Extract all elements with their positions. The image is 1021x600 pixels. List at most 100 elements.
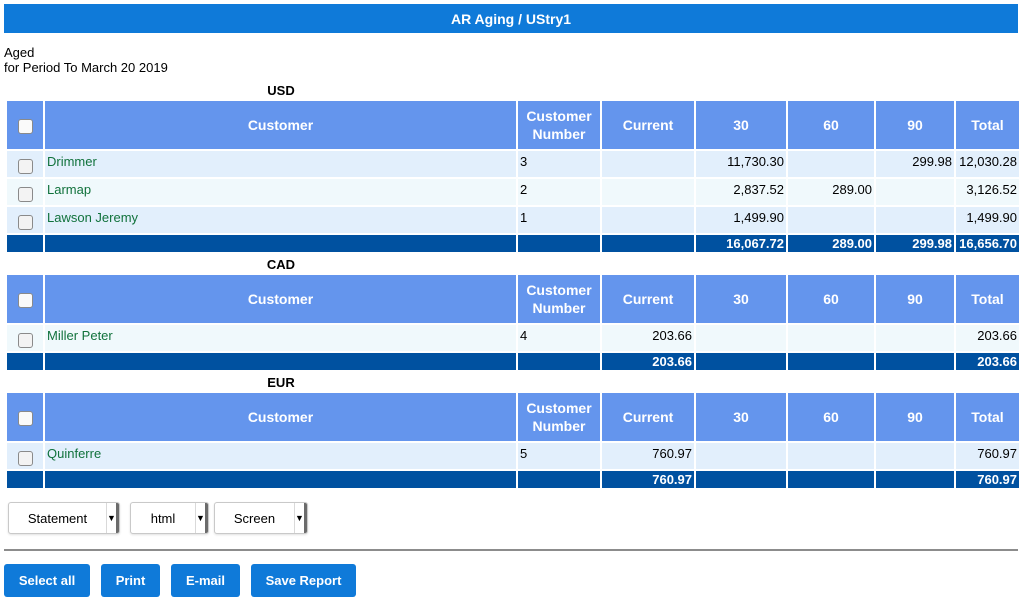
total-60 xyxy=(788,353,874,370)
checkbox-icon[interactable] xyxy=(17,118,33,134)
report-period-label: for Period To March 20 2019 xyxy=(4,60,168,75)
total-30 xyxy=(696,471,786,488)
customer-link[interactable]: Miller Peter xyxy=(45,325,516,351)
amount-current xyxy=(602,179,694,205)
row-select-cell[interactable] xyxy=(7,443,43,469)
checkbox-icon[interactable] xyxy=(17,451,33,466)
totals-blank xyxy=(518,353,600,370)
column-header-total[interactable]: Total xyxy=(956,393,1019,441)
select-edge xyxy=(205,503,208,533)
amount-30 xyxy=(696,325,786,351)
total-90 xyxy=(876,471,954,488)
totals-blank xyxy=(518,235,600,252)
aging-table-usd: Customer Customer Number Current 30 60 9… xyxy=(5,99,1021,254)
column-header-30[interactable]: 30 xyxy=(696,393,786,441)
checkbox-icon[interactable] xyxy=(17,410,33,426)
checkbox-icon[interactable] xyxy=(17,187,33,202)
row-select-cell[interactable] xyxy=(7,179,43,205)
column-header-customer[interactable]: Customer xyxy=(45,275,516,323)
column-header-customer[interactable]: Customer xyxy=(45,393,516,441)
media-select[interactable]: Screen ▼ xyxy=(214,502,308,534)
print-button[interactable]: Print xyxy=(101,564,160,597)
total-current: 203.66 xyxy=(602,353,694,370)
checkbox-icon[interactable] xyxy=(17,215,33,230)
column-header-60[interactable]: 60 xyxy=(788,275,874,323)
column-header-60[interactable]: 60 xyxy=(788,393,874,441)
checkbox-icon[interactable] xyxy=(17,292,33,308)
column-header-current[interactable]: Current xyxy=(602,275,694,323)
select-all-checkbox-cell[interactable] xyxy=(7,393,43,441)
select-edge xyxy=(116,503,119,533)
column-header-customer[interactable]: Customer xyxy=(45,101,516,149)
currency-label-cad: CAD xyxy=(266,257,296,272)
table-row: Quinferre 5 760.97 760.97 xyxy=(7,443,1019,469)
amount-60 xyxy=(788,151,874,177)
customer-link[interactable]: Drimmer xyxy=(45,151,516,177)
amount-30: 11,730.30 xyxy=(696,151,786,177)
column-header-60[interactable]: 60 xyxy=(788,101,874,149)
column-header-current[interactable]: Current xyxy=(602,101,694,149)
dropdown-arrow-icon[interactable]: ▼ xyxy=(195,503,205,533)
amount-30: 1,499.90 xyxy=(696,207,786,233)
amount-total: 760.97 xyxy=(956,443,1019,469)
customer-link[interactable]: Larmap xyxy=(45,179,516,205)
column-header-customer-number[interactable]: Customer Number xyxy=(518,393,600,441)
currency-label-eur: EUR xyxy=(267,375,295,390)
amount-current xyxy=(602,207,694,233)
customer-link[interactable]: Lawson Jeremy xyxy=(45,207,516,233)
total-30 xyxy=(696,353,786,370)
checkbox-icon[interactable] xyxy=(17,159,33,174)
column-header-30[interactable]: 30 xyxy=(696,275,786,323)
customer-number: 2 xyxy=(518,179,600,205)
print-type-value: Statement xyxy=(27,510,88,526)
select-all-button[interactable]: Select all xyxy=(4,564,90,597)
select-all-checkbox-cell[interactable] xyxy=(7,275,43,323)
amount-60 xyxy=(788,443,874,469)
amount-60: 289.00 xyxy=(788,179,874,205)
totals-blank xyxy=(7,353,43,370)
total-90: 299.98 xyxy=(876,235,954,252)
format-select[interactable]: html ▼ xyxy=(130,502,209,534)
column-header-90[interactable]: 90 xyxy=(876,393,954,441)
customer-number: 1 xyxy=(518,207,600,233)
currency-label-usd: USD xyxy=(267,83,295,98)
select-edge xyxy=(304,503,307,533)
column-header-current[interactable]: Current xyxy=(602,393,694,441)
table-row: Miller Peter 4 203.66 203.66 xyxy=(7,325,1019,351)
save-report-button[interactable]: Save Report xyxy=(251,564,356,597)
customer-link[interactable]: Quinferre xyxy=(45,443,516,469)
total-total: 760.97 xyxy=(956,471,1019,488)
column-header-90[interactable]: 90 xyxy=(876,275,954,323)
table-header-row: Customer Customer Number Current 30 60 9… xyxy=(7,275,1019,323)
column-header-total[interactable]: Total xyxy=(956,275,1019,323)
amount-total: 203.66 xyxy=(956,325,1019,351)
row-select-cell[interactable] xyxy=(7,207,43,233)
select-all-checkbox-cell[interactable] xyxy=(7,101,43,149)
column-header-30[interactable]: 30 xyxy=(696,101,786,149)
email-button[interactable]: E-mail xyxy=(171,564,240,597)
amount-90 xyxy=(876,325,954,351)
total-90 xyxy=(876,353,954,370)
row-select-cell[interactable] xyxy=(7,325,43,351)
amount-current: 760.97 xyxy=(602,443,694,469)
total-60: 289.00 xyxy=(788,235,874,252)
aging-table-cad: Customer Customer Number Current 30 60 9… xyxy=(5,273,1021,372)
column-header-90[interactable]: 90 xyxy=(876,101,954,149)
totals-blank xyxy=(7,235,43,252)
table-header-row: Customer Customer Number Current 30 60 9… xyxy=(7,101,1019,149)
amount-total: 12,030.28 xyxy=(956,151,1019,177)
print-type-select[interactable]: Statement ▼ xyxy=(8,502,120,534)
total-total: 203.66 xyxy=(956,353,1019,370)
amount-90 xyxy=(876,443,954,469)
media-value: Screen xyxy=(233,510,276,526)
row-select-cell[interactable] xyxy=(7,151,43,177)
column-header-total[interactable]: Total xyxy=(956,101,1019,149)
column-header-customer-number[interactable]: Customer Number xyxy=(518,275,600,323)
format-value: html xyxy=(150,510,176,526)
total-current xyxy=(602,235,694,252)
dropdown-arrow-icon[interactable]: ▼ xyxy=(106,503,116,533)
checkbox-icon[interactable] xyxy=(17,333,33,348)
table-row: Larmap 2 2,837.52 289.00 3,126.52 xyxy=(7,179,1019,205)
dropdown-arrow-icon[interactable]: ▼ xyxy=(294,503,304,533)
column-header-customer-number[interactable]: Customer Number xyxy=(518,101,600,149)
